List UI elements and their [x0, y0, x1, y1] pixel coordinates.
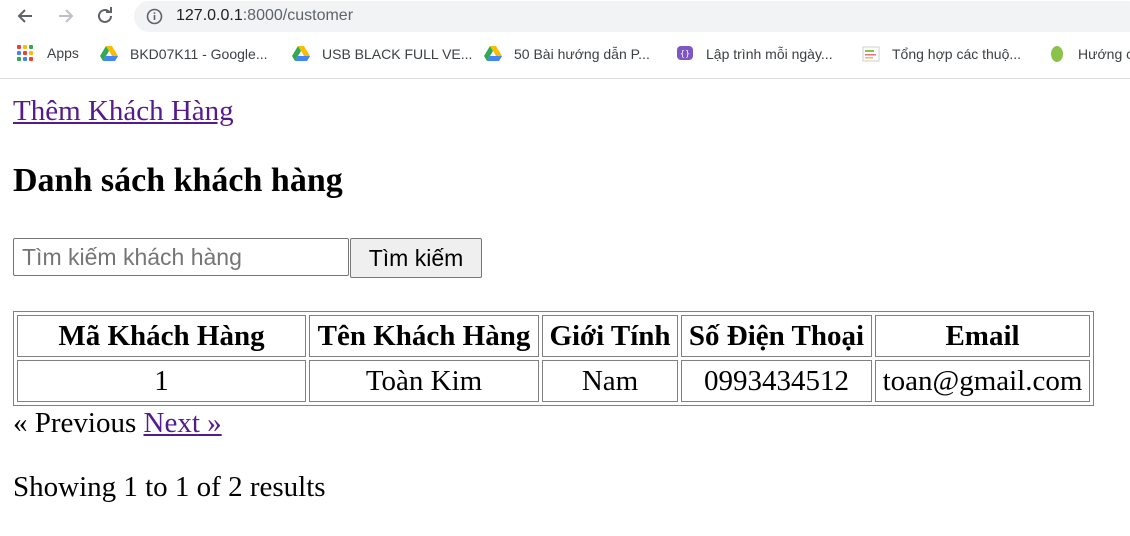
- bookmark-label: Hướng c: [1078, 46, 1130, 62]
- column-header-phone: Số Điện Thoại: [681, 315, 872, 357]
- google-drive-icon: [100, 46, 118, 61]
- bookmark-label: Apps: [47, 45, 79, 61]
- page-title: Danh sách khách hàng: [13, 162, 343, 199]
- pagination: « Previous Next »: [13, 407, 222, 440]
- google-drive-icon: [292, 46, 310, 61]
- page-thumbnail-icon: [862, 46, 880, 62]
- bookmark-item[interactable]: USB BLACK FULL VE...: [292, 45, 472, 63]
- bookmark-item[interactable]: BKD07K11 - Google...: [100, 45, 267, 63]
- url-host: 127.0.0.1: [176, 7, 243, 24]
- back-button[interactable]: [13, 4, 37, 28]
- column-header-id: Mã Khách Hàng: [17, 315, 306, 357]
- cell-name: Toàn Kim: [309, 360, 539, 402]
- customer-table: Mã Khách Hàng Tên Khách Hàng Giới Tính S…: [13, 311, 1094, 406]
- arrow-left-icon: [17, 9, 32, 23]
- bookmark-label: Lập trình mỗi ngày...: [706, 46, 833, 62]
- url-path: :8000/customer: [242, 7, 354, 24]
- google-drive-icon: [484, 46, 502, 61]
- previous-label: « Previous: [13, 407, 137, 439]
- url-text: 127.0.0.1:8000/customer: [176, 7, 353, 25]
- address-bar[interactable]: 127.0.0.1:8000/customer: [134, 1, 1130, 32]
- cell-phone: 0993434512: [681, 360, 872, 402]
- search-input[interactable]: [13, 238, 349, 276]
- bookmark-label: Tổng hợp các thuộ...: [892, 46, 1022, 62]
- bookmark-item[interactable]: 50 Bài hướng dẫn P...: [484, 45, 650, 63]
- info-icon: [146, 8, 163, 25]
- column-header-email: Email: [875, 315, 1090, 357]
- forward-button[interactable]: [54, 4, 78, 28]
- svg-text:{}: {}: [680, 49, 690, 58]
- table-row: 1 Toàn Kim Nam 0993434512 toan@gmail.com: [17, 360, 1090, 402]
- cell-id: 1: [17, 360, 306, 402]
- column-header-gender: Giới Tính: [542, 315, 678, 357]
- reload-icon: [98, 7, 112, 23]
- bookmark-label: BKD07K11 - Google...: [130, 46, 268, 62]
- bookmark-item[interactable]: Tổng hợp các thuộ...: [862, 45, 1021, 63]
- arrow-right-icon: [59, 9, 74, 23]
- apps-grid-icon: [17, 45, 33, 61]
- results-summary: Showing 1 to 1 of 2 results: [13, 471, 326, 503]
- add-customer-link[interactable]: Thêm Khách Hàng: [13, 95, 234, 128]
- browser-toolbar: 127.0.0.1:8000/customer: [0, 0, 1130, 33]
- bookmark-item[interactable]: Hướng c: [1048, 45, 1130, 63]
- next-page-link[interactable]: Next »: [144, 407, 222, 439]
- cell-gender: Nam: [542, 360, 678, 402]
- search-button[interactable]: Tìm kiếm: [350, 238, 482, 278]
- bookmarks-bar: Apps BKD07K11 - Google... USB BLACK FULL…: [0, 33, 1130, 79]
- column-header-name: Tên Khách Hàng: [309, 315, 539, 357]
- code-bubble-icon: {}: [677, 46, 693, 60]
- cell-email: toan@gmail.com: [875, 360, 1090, 402]
- reload-button[interactable]: [93, 4, 117, 28]
- leaf-icon: [1051, 46, 1063, 62]
- bookmark-label: 50 Bài hướng dẫn P...: [514, 46, 650, 62]
- bookmark-item[interactable]: {} Lập trình mỗi ngày...: [676, 45, 833, 63]
- table-header-row: Mã Khách Hàng Tên Khách Hàng Giới Tính S…: [17, 315, 1090, 357]
- bookmark-apps[interactable]: Apps: [17, 45, 79, 61]
- bookmark-label: USB BLACK FULL VE...: [322, 46, 473, 62]
